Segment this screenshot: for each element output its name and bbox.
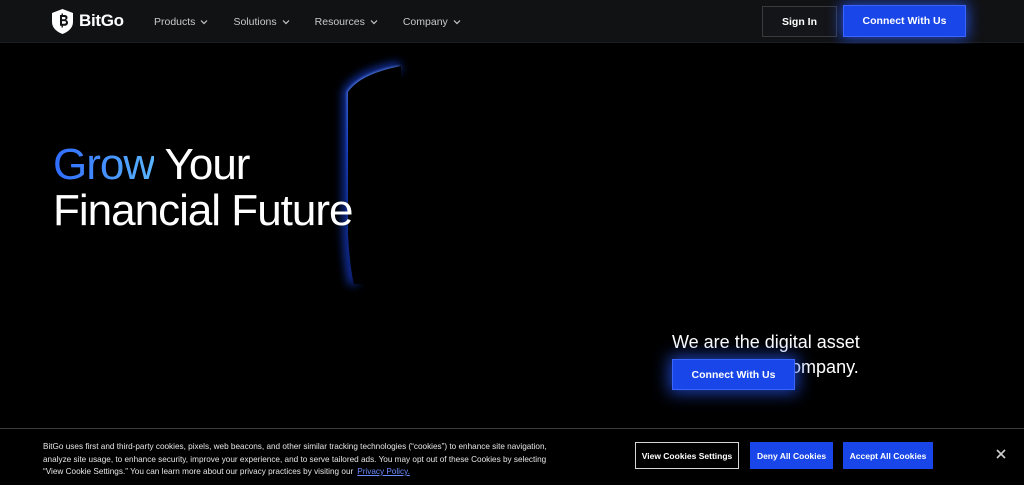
headline-accent: Grow bbox=[53, 140, 155, 189]
menu-item-solutions[interactable]: Solutions bbox=[233, 15, 290, 28]
close-icon[interactable] bbox=[995, 448, 1007, 460]
cookie-notice-text: BitGo uses first and third-party cookies… bbox=[43, 441, 568, 479]
cookie-notice-body: BitGo uses first and third-party cookies… bbox=[43, 442, 547, 476]
chevron-down-icon bbox=[453, 19, 461, 24]
menu-item-label: Products bbox=[154, 15, 196, 28]
menu-item-label: Solutions bbox=[233, 15, 277, 28]
menu-item-label: Company bbox=[402, 15, 448, 28]
main-menu: Products Solutions Resources Company bbox=[154, 0, 486, 43]
connect-with-us-nav-button[interactable]: Connect With Us bbox=[843, 5, 966, 37]
top-nav: BitGo Products Solutions Resources Compa… bbox=[0, 0, 1024, 43]
privacy-policy-link[interactable]: Privacy Policy. bbox=[357, 467, 410, 476]
menu-item-resources[interactable]: Resources bbox=[315, 16, 378, 28]
headline-line-2: Financial Future bbox=[53, 186, 353, 235]
sign-in-button[interactable]: Sign In bbox=[762, 6, 837, 37]
headline-word: Your bbox=[154, 140, 251, 189]
chevron-down-icon bbox=[201, 19, 208, 24]
chevron-down-icon bbox=[370, 19, 378, 24]
hero-section: Grow Your Financial Future We are the di… bbox=[0, 44, 1024, 429]
bitgo-logo[interactable]: BitGo bbox=[52, 8, 124, 34]
cookie-banner: BitGo uses first and third-party cookies… bbox=[0, 428, 1024, 485]
bitgo-shield-icon bbox=[52, 8, 73, 34]
hero-headline: Grow Your Financial Future bbox=[53, 140, 353, 235]
chevron-down-icon bbox=[282, 19, 290, 24]
brand-name: BitGo bbox=[79, 11, 124, 30]
deny-all-cookies-button[interactable]: Deny All Cookies bbox=[750, 442, 833, 469]
menu-item-products[interactable]: Products bbox=[154, 16, 208, 28]
menu-item-company[interactable]: Company bbox=[403, 16, 461, 28]
connect-with-us-hero-button[interactable]: Connect With Us bbox=[672, 359, 795, 390]
view-cookie-settings-button[interactable]: View Cookies Settings bbox=[635, 442, 739, 469]
accept-all-cookies-button[interactable]: Accept All Cookies bbox=[843, 442, 933, 469]
menu-item-label: Resources bbox=[314, 15, 365, 28]
tagline-line-1: We are the digital asset bbox=[672, 332, 860, 352]
